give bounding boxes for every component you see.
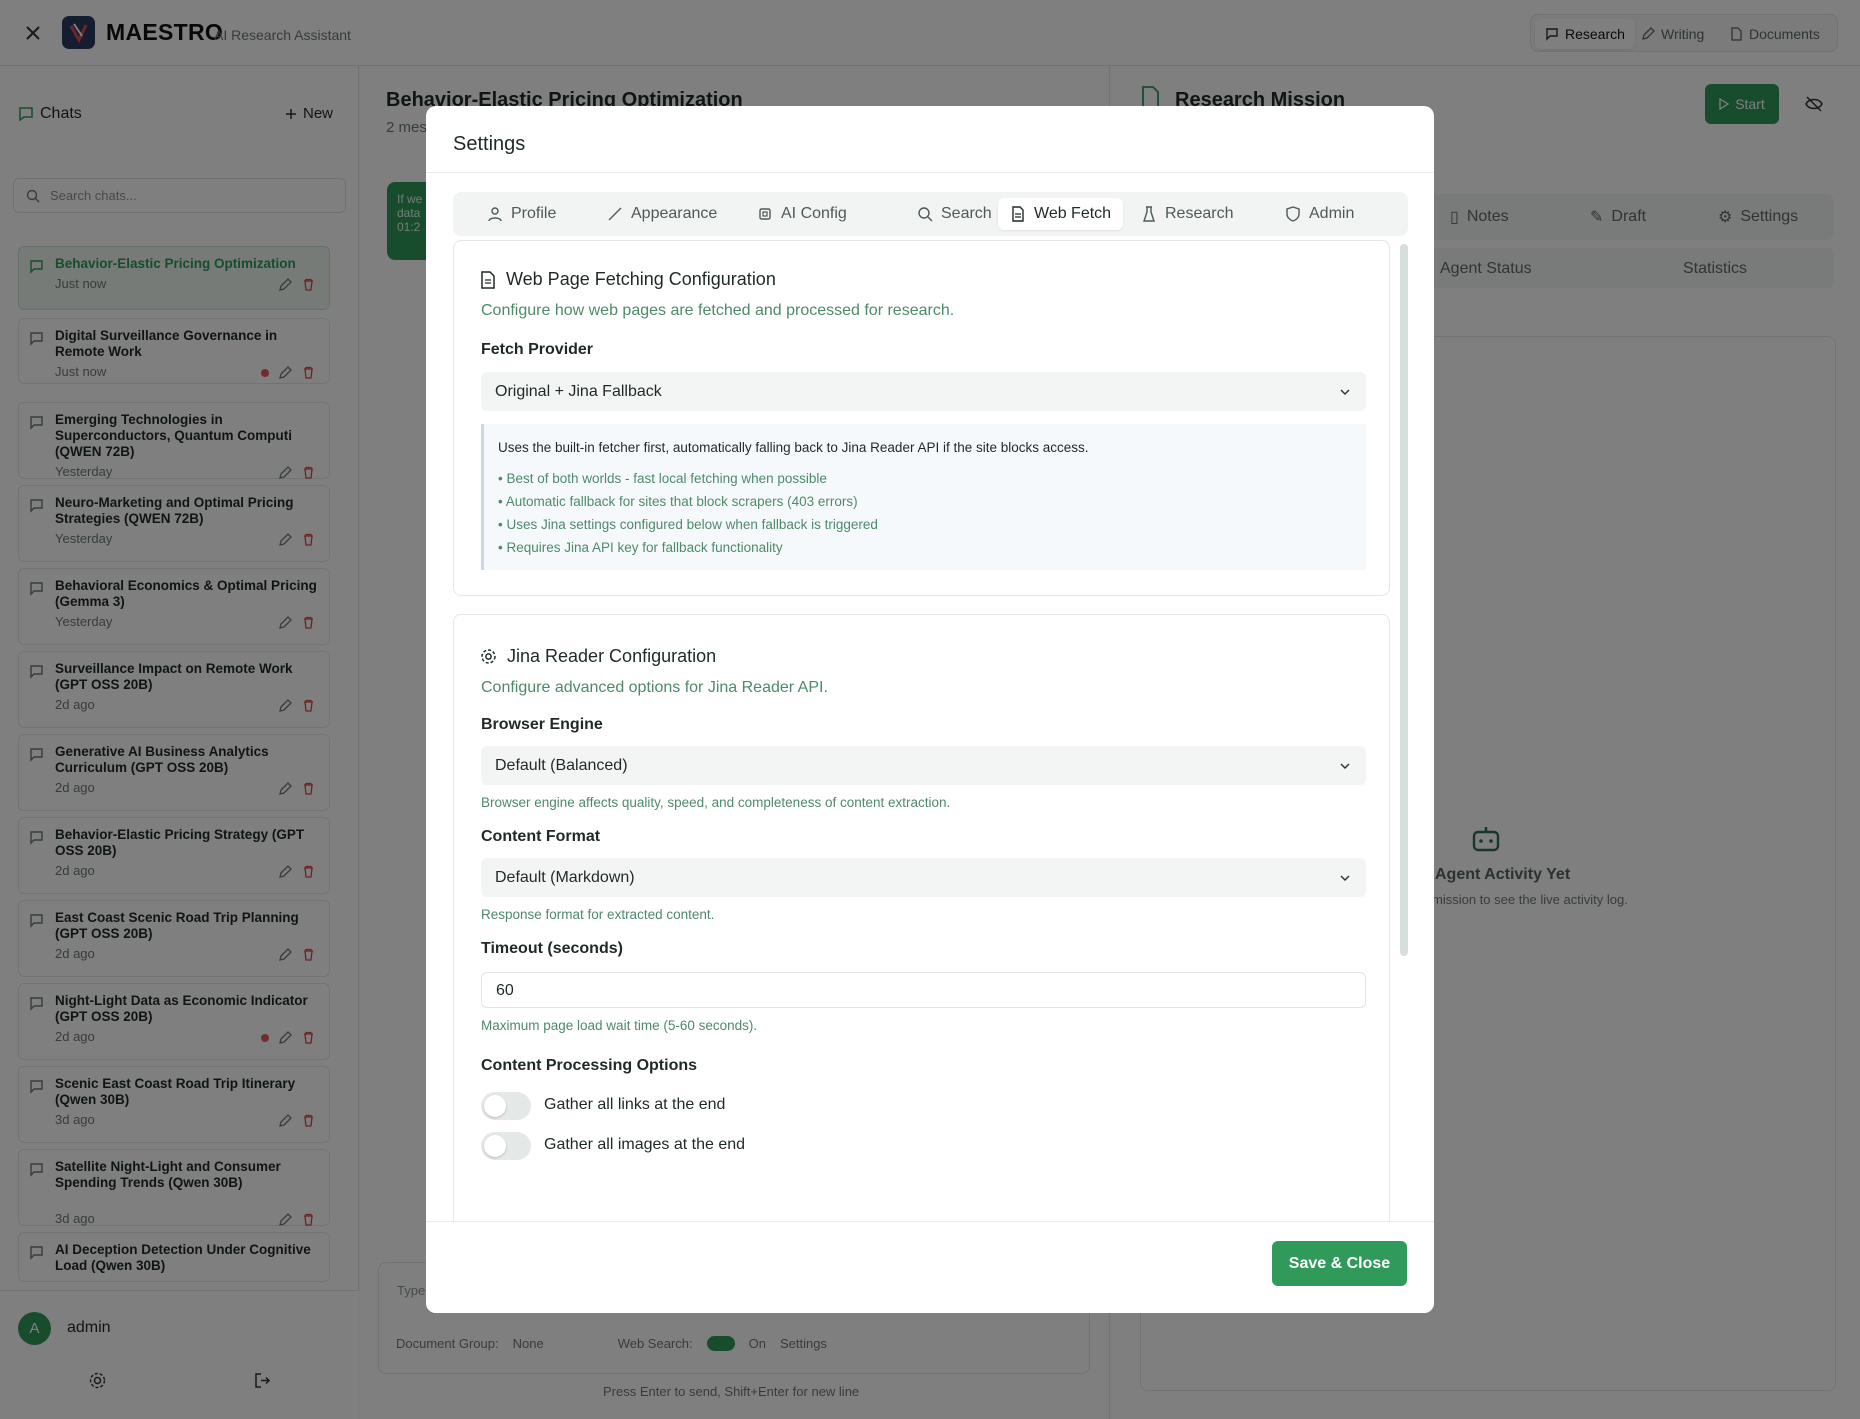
input-value: 60: [496, 982, 514, 999]
web-fetch-card: Web Page Fetching Configuration Configur…: [453, 240, 1390, 596]
flask-icon: [1143, 206, 1155, 222]
tab-admin[interactable]: Admin: [1273, 198, 1366, 230]
content-format-label: Content Format: [481, 828, 601, 845]
browser-engine-help: Browser engine affects quality, speed, a…: [481, 795, 951, 810]
select-value: Original + Jina Fallback: [495, 383, 662, 400]
card-title: Jina Reader Configuration: [507, 646, 717, 666]
settings-body: Web Page Fetching Configuration Configur…: [426, 236, 1434, 1236]
note-bullet: • Automatic fallback for sites that bloc…: [498, 494, 858, 509]
toggle-knob: [484, 1135, 506, 1157]
fetch-provider-select[interactable]: Original + Jina Fallback: [481, 372, 1366, 411]
timeout-help: Maximum page load wait time (5-60 second…: [481, 1018, 758, 1033]
document-icon: [481, 270, 495, 289]
gather-links-toggle[interactable]: [481, 1092, 531, 1120]
chevron-down-icon: [1340, 389, 1350, 396]
gear-icon: [481, 649, 496, 664]
jina-config-card: Jina Reader Configuration Configure adva…: [453, 614, 1390, 1236]
timeout-label: Timeout (seconds): [481, 940, 623, 957]
tab-profile[interactable]: Profile: [475, 198, 568, 230]
select-value: Default (Markdown): [495, 869, 635, 886]
tab-label: Web Fetch: [1034, 205, 1112, 222]
fetch-provider-label: Fetch Provider: [481, 341, 594, 358]
card-header: Jina Reader Configuration: [480, 646, 716, 667]
tab-search[interactable]: Search: [905, 198, 1004, 230]
shield-icon: [1286, 206, 1300, 222]
modal-title: Settings: [453, 133, 526, 155]
processing-options-label: Content Processing Options: [481, 1057, 698, 1074]
tab-label: Search: [941, 205, 992, 222]
toggle-knob: [484, 1095, 506, 1117]
settings-tabs: Profile Appearance AI Config Search Web …: [453, 192, 1408, 236]
save-close-button[interactable]: Save & Close: [1272, 1241, 1407, 1286]
select-value: Default (Balanced): [495, 757, 628, 774]
content-format-help: Response format for extracted content.: [481, 907, 715, 922]
cpu-icon: [759, 208, 771, 220]
tab-label: AI Config: [781, 205, 847, 222]
tab-appearance[interactable]: Appearance: [595, 198, 729, 230]
settings-modal: Settings Profile Appearance AI Config Se…: [426, 106, 1434, 1313]
note-bullet: • Best of both worlds - fast local fetch…: [498, 471, 827, 486]
document-icon: [1012, 206, 1024, 222]
user-icon: [488, 207, 502, 222]
card-description: Configure how web pages are fetched and …: [481, 302, 955, 319]
tab-label: Research: [1165, 205, 1234, 222]
card-description: Configure advanced options for Jina Read…: [481, 679, 828, 696]
tab-research[interactable]: Research: [1129, 198, 1245, 230]
card-title: Web Page Fetching Configuration: [506, 269, 776, 289]
scrollbar-thumb[interactable]: [1400, 244, 1408, 956]
chevron-down-icon: [1340, 875, 1350, 882]
timeout-input[interactable]: 60: [481, 972, 1366, 1008]
chevron-down-icon: [1340, 763, 1350, 770]
browser-engine-select[interactable]: Default (Balanced): [481, 746, 1366, 785]
note-bullet: • Requires Jina API key for fallback fun…: [498, 540, 783, 555]
content-format-select[interactable]: Default (Markdown): [481, 858, 1366, 897]
search-icon: [918, 207, 933, 222]
browser-engine-label: Browser Engine: [481, 716, 603, 733]
gather-links-label: Gather all links at the end: [544, 1096, 726, 1113]
brush-icon: [608, 207, 622, 221]
tab-ai-config[interactable]: AI Config: [745, 198, 859, 230]
provider-info-note: Uses the built-in fetcher first, automat…: [481, 424, 1366, 570]
card-header: Web Page Fetching Configuration: [480, 269, 776, 290]
tab-label: Profile: [511, 205, 557, 222]
note-title: Uses the built-in fetcher first, automat…: [498, 440, 1089, 455]
gather-images-toggle[interactable]: [481, 1132, 531, 1160]
tab-label: Admin: [1309, 205, 1355, 222]
tab-label: Appearance: [631, 205, 718, 222]
divider: [426, 172, 1434, 173]
tab-web-fetch[interactable]: Web Fetch: [998, 198, 1124, 230]
note-bullet: • Uses Jina settings configured below wh…: [498, 517, 878, 532]
gather-images-label: Gather all images at the end: [544, 1136, 746, 1153]
